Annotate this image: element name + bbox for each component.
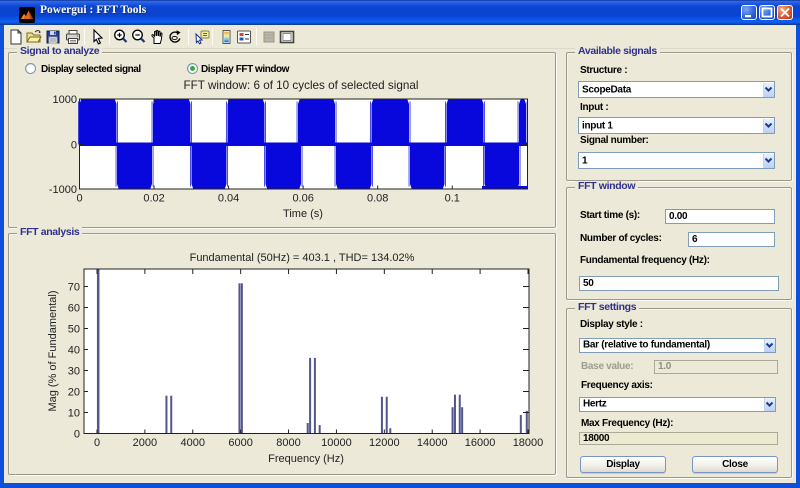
svg-text:0: 0: [76, 193, 82, 205]
svg-text:0: 0: [74, 429, 80, 441]
svg-text:Time (s): Time (s): [283, 208, 323, 220]
svg-text:70: 70: [68, 282, 80, 294]
svg-text:10: 10: [68, 408, 80, 420]
svg-text:0.06: 0.06: [292, 193, 313, 205]
svg-text:20: 20: [68, 387, 80, 399]
svg-text:Mag (% of Fundamental): Mag (% of Fundamental): [47, 290, 59, 411]
svg-text:8000: 8000: [276, 437, 300, 449]
svg-text:14000: 14000: [417, 437, 448, 449]
svg-text:6000: 6000: [228, 437, 252, 449]
svg-text:0: 0: [71, 140, 77, 152]
svg-text:12000: 12000: [369, 437, 400, 449]
svg-text:0: 0: [94, 437, 100, 449]
svg-text:FFT window: 6 of 10 cycles of: FFT window: 6 of 10 cycles of selected s…: [184, 79, 419, 92]
svg-text:50: 50: [68, 324, 80, 336]
svg-text:10000: 10000: [321, 437, 352, 449]
svg-text:4000: 4000: [181, 437, 205, 449]
svg-text:2000: 2000: [133, 437, 157, 449]
svg-text:40: 40: [68, 345, 80, 357]
svg-text:60: 60: [68, 303, 80, 315]
svg-text:0.1: 0.1: [445, 193, 460, 205]
svg-text:-1000: -1000: [49, 184, 77, 196]
svg-text:1000: 1000: [53, 94, 77, 106]
svg-text:0.08: 0.08: [367, 193, 388, 205]
svg-text:Frequency (Hz): Frequency (Hz): [268, 453, 344, 465]
svg-text:16000: 16000: [465, 437, 496, 449]
svg-text:Fundamental (50Hz) = 403.1 , T: Fundamental (50Hz) = 403.1 , THD= 134.02…: [190, 252, 415, 264]
svg-text:0.04: 0.04: [218, 193, 239, 205]
svg-text:0.02: 0.02: [143, 193, 164, 205]
svg-text:30: 30: [68, 366, 80, 378]
svg-text:18000: 18000: [513, 437, 544, 449]
